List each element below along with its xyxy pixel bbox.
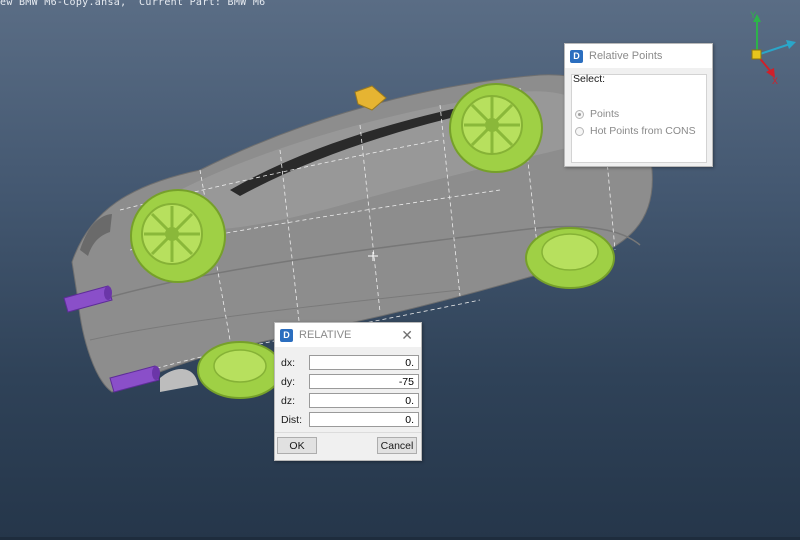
wheel-front-right[interactable] (449, 83, 543, 173)
wheel-rear-right[interactable] (525, 227, 615, 289)
radio-hot-points-from-cons[interactable]: Hot Points from CONS (575, 125, 696, 137)
relative-titlebar[interactable]: D RELATIVE ✕ (275, 323, 421, 347)
relative-title: RELATIVE (299, 329, 352, 341)
radio-hot-points-label: Hot Points from CONS (590, 125, 696, 137)
dx-row: dx: (281, 354, 419, 371)
wheel-rear-left[interactable] (197, 341, 283, 399)
dx-label: dx: (281, 356, 296, 369)
relative-points-titlebar[interactable]: D Relative Points (565, 44, 712, 68)
radio-points-label: Points (590, 108, 620, 120)
cancel-button[interactable]: Cancel (377, 437, 417, 454)
dy-label: dy: (281, 375, 296, 388)
close-icon[interactable]: ✕ (401, 327, 413, 344)
ok-button[interactable]: OK (277, 437, 317, 454)
radio-button-points[interactable] (575, 109, 584, 119)
dy-row: dy: (281, 373, 419, 390)
relative-dialog[interactable]: D RELATIVE ✕ dx: dy: dz: Dist: OK Cancel (274, 322, 422, 461)
dist-row: Dist: (281, 411, 419, 428)
radio-points[interactable]: Points (575, 108, 619, 120)
wheel-front-left[interactable] (130, 189, 226, 283)
dist-input[interactable] (309, 412, 419, 427)
ansa-app-icon: D (570, 49, 583, 63)
dist-label: Dist: (281, 413, 302, 426)
relative-points-title: Relative Points (589, 50, 663, 62)
radio-button-hot-points[interactable] (575, 126, 584, 136)
axis-triad[interactable] (751, 14, 796, 78)
ansa-app-icon: D (280, 328, 293, 342)
axis-x-label: X (772, 76, 778, 86)
divider (275, 432, 421, 433)
dz-row: dz: (281, 392, 419, 409)
dy-input[interactable] (309, 374, 419, 389)
select-label: Select: (573, 73, 606, 85)
dz-input[interactable] (309, 393, 419, 408)
3d-viewport[interactable]: ew BMW M6-Copy.ansa, Current Part: BMW M… (0, 0, 800, 540)
axis-y-label: Y (750, 10, 756, 20)
relative-points-dialog[interactable]: D Relative Points Select: Points Hot Poi… (564, 43, 713, 167)
dx-input[interactable] (309, 355, 419, 370)
dz-label: dz: (281, 394, 296, 407)
